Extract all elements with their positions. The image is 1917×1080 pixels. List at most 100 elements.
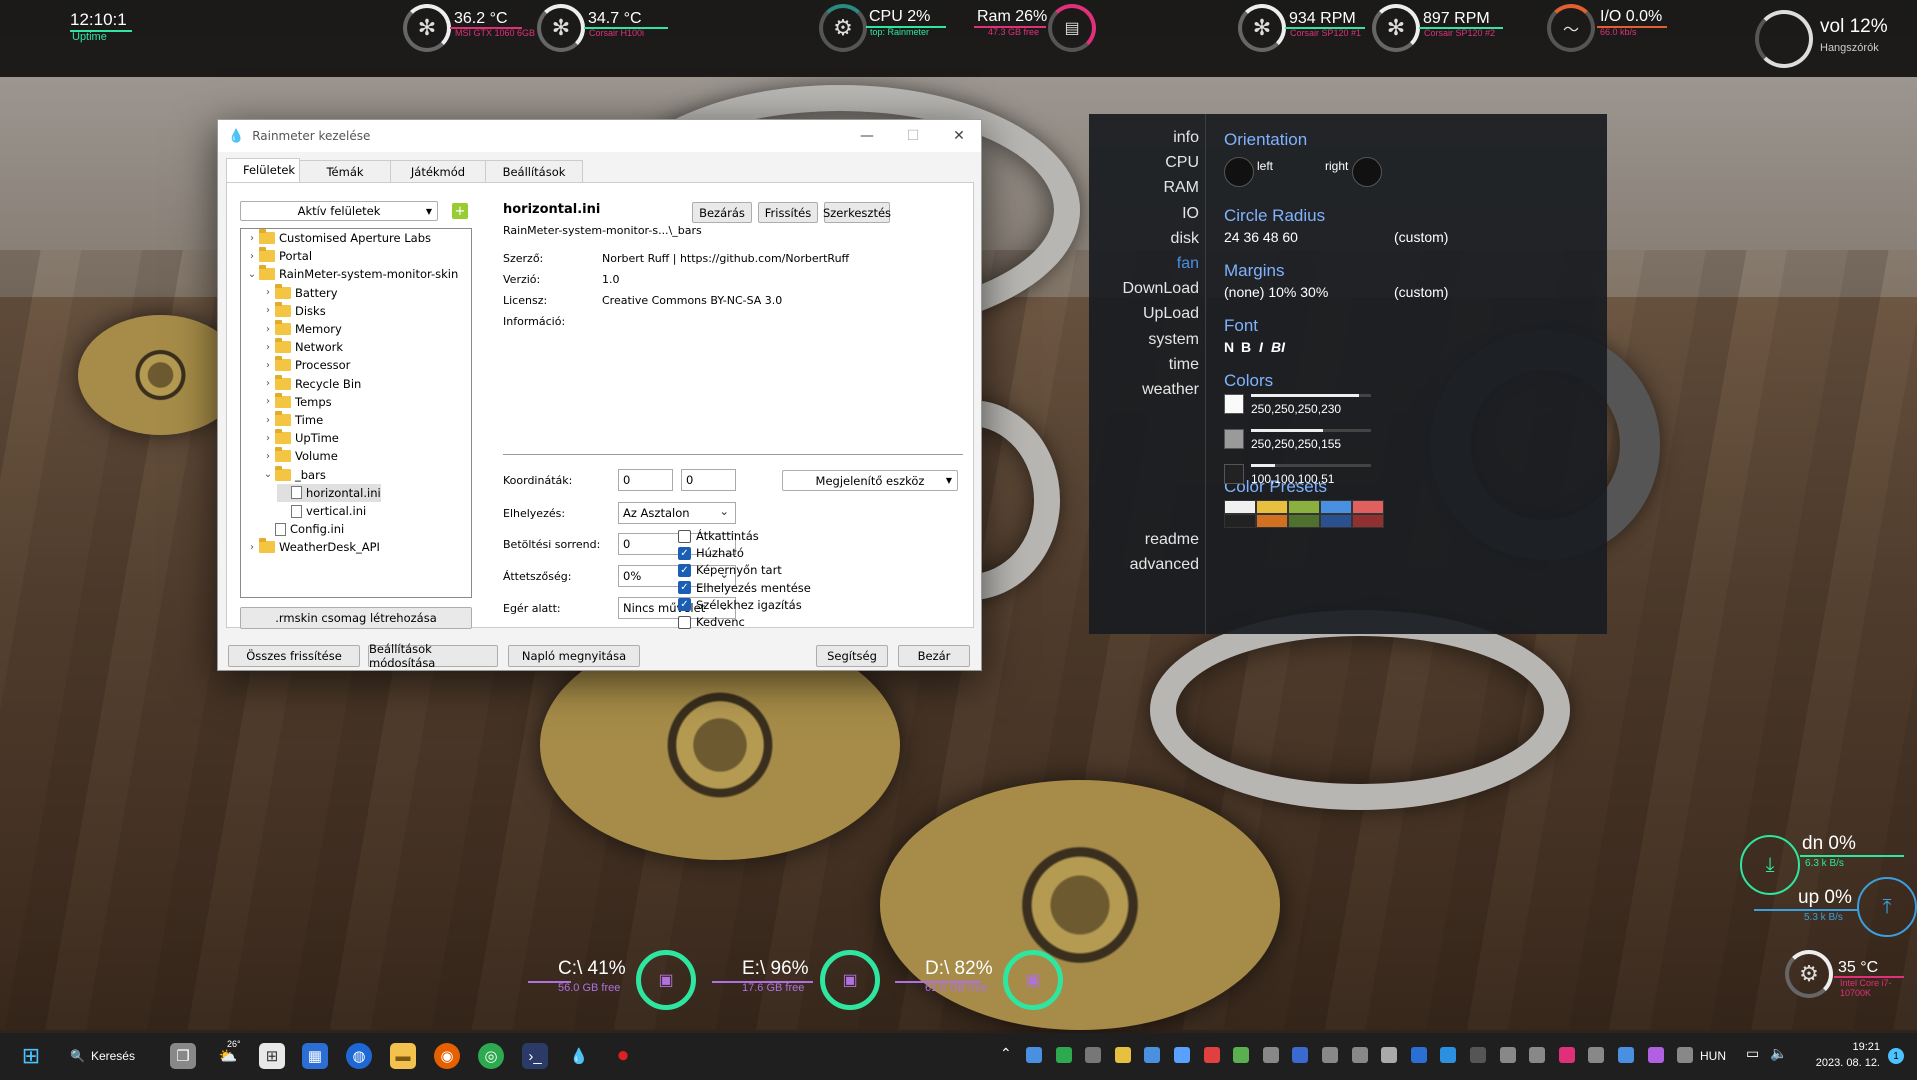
language-indicator[interactable]: HUN <box>1700 1049 1726 1063</box>
config-menu-item[interactable]: advanced <box>1130 556 1199 574</box>
activity-icon[interactable]: 〜 <box>1547 4 1595 52</box>
expand-arrow-icon[interactable]: › <box>261 415 275 426</box>
tray-app-icon[interactable] <box>1262 1047 1279 1063</box>
edit-skin-button[interactable]: Szerkesztés <box>823 202 891 223</box>
font-italic[interactable]: I <box>1259 339 1263 355</box>
tree-item[interactable]: › Customised Aperture Labs <box>245 229 431 247</box>
orientation-left-circle[interactable] <box>1224 157 1254 187</box>
tree-item[interactable]: › Recycle Bin <box>261 374 361 393</box>
tray-app-icon[interactable] <box>1588 1047 1605 1063</box>
color-value[interactable]: 100,100,100,51 <box>1251 472 1334 486</box>
expand-arrow-icon[interactable]: › <box>245 233 259 244</box>
search-button[interactable]: 🔍 Keresés <box>70 1043 135 1069</box>
color-slider-track[interactable] <box>1251 394 1371 397</box>
tree-item[interactable]: Config.ini <box>261 520 344 538</box>
tray-app-icon[interactable] <box>1647 1047 1664 1063</box>
color-value[interactable]: 250,250,250,155 <box>1251 437 1341 451</box>
color-preset[interactable] <box>1352 514 1384 528</box>
tree-item[interactable]: ⌄ _bars <box>261 465 326 484</box>
position-select[interactable]: Az Asztalon <box>618 502 736 524</box>
cpu-icon[interactable]: ⚙ <box>819 4 867 52</box>
terminal-icon[interactable]: ›_ <box>522 1043 548 1069</box>
tray-app-icon[interactable] <box>1381 1047 1398 1063</box>
orientation-right[interactable]: right <box>1325 159 1348 173</box>
tree-item[interactable]: › UpTime <box>261 429 339 447</box>
color-value[interactable]: 250,250,250,230 <box>1251 402 1341 416</box>
font-normal[interactable]: N <box>1224 339 1234 355</box>
tray-app-icon[interactable] <box>1292 1047 1309 1063</box>
widgets-icon[interactable]: ▦ <box>302 1043 328 1069</box>
edit-settings-button[interactable]: Beállítások módosítása <box>368 642 498 670</box>
expand-arrow-icon[interactable]: › <box>245 251 259 262</box>
task-view-icon[interactable]: ❐ <box>170 1043 196 1069</box>
color-preset[interactable] <box>1224 500 1256 514</box>
tray-app-icon[interactable] <box>1529 1047 1546 1063</box>
tree-item[interactable]: › Portal <box>245 247 312 265</box>
minimize-button[interactable]: — <box>844 120 890 152</box>
tray-app-icon[interactable] <box>1174 1047 1190 1063</box>
font-bold[interactable]: B <box>1241 339 1251 355</box>
config-menu-item[interactable]: IO <box>1182 205 1199 223</box>
tray-app-icon[interactable] <box>1410 1047 1427 1063</box>
expand-arrow-icon[interactable]: › <box>261 360 275 371</box>
tab-game-mode[interactable]: Játékmód <box>390 160 486 182</box>
disk-icon[interactable]: ▣ <box>1003 950 1063 1010</box>
color-slider-track[interactable] <box>1251 429 1371 432</box>
color-preset[interactable] <box>1288 514 1320 528</box>
tray-app-icon[interactable] <box>1558 1047 1575 1063</box>
rainmeter-icon[interactable]: 💧 <box>566 1043 592 1069</box>
config-menu-item[interactable]: RAM <box>1163 179 1199 197</box>
expand-arrow-icon[interactable]: › <box>261 287 275 298</box>
expand-arrow-icon[interactable]: › <box>261 451 275 462</box>
tray-app-icon[interactable] <box>1677 1047 1694 1063</box>
checkbox-icon[interactable]: ✓ <box>678 546 691 560</box>
checkbox-icon[interactable]: ✓ <box>678 563 691 577</box>
network-icon[interactable]: ▭ <box>1746 1045 1759 1062</box>
tray-app-icon[interactable] <box>1233 1047 1250 1063</box>
color-preset[interactable] <box>1256 500 1288 514</box>
active-skins-dropdown[interactable]: Aktív felületek ▼ <box>240 201 438 221</box>
speaker-icon[interactable]: 🔈 <box>1770 1045 1787 1062</box>
browser-icon[interactable]: ◍ <box>346 1043 372 1069</box>
checkbox-icon[interactable]: ✓ <box>678 598 691 612</box>
coord-x-input[interactable]: 0 <box>618 469 673 491</box>
start-button[interactable]: ⊞ <box>18 1043 44 1069</box>
disk-icon[interactable]: ▣ <box>636 950 696 1010</box>
chevron-up-icon[interactable]: ⌃ <box>1000 1045 1012 1062</box>
tree-item[interactable]: › Processor <box>261 356 350 374</box>
tree-item[interactable]: › Network <box>261 338 343 356</box>
config-menu-item[interactable]: fan <box>1177 255 1199 273</box>
tray-app-icon[interactable] <box>1055 1047 1072 1063</box>
color-swatch[interactable] <box>1224 429 1244 449</box>
expand-arrow-icon[interactable]: › <box>261 396 275 407</box>
config-menu-item[interactable]: system <box>1148 331 1199 349</box>
firefox-icon[interactable]: ◉ <box>434 1043 460 1069</box>
tree-item[interactable]: › Volume <box>261 447 338 465</box>
orientation-right-circle[interactable] <box>1352 157 1382 187</box>
maximize-button[interactable]: ☐ <box>890 120 936 152</box>
color-swatch[interactable] <box>1224 464 1244 484</box>
checkbox-icon[interactable] <box>678 529 691 543</box>
expand-arrow-icon[interactable]: ⌄ <box>261 469 275 480</box>
tray-app-icon[interactable] <box>1440 1047 1457 1063</box>
tree-item[interactable]: › Battery <box>261 283 338 302</box>
tray-app-icon[interactable] <box>1144 1047 1161 1063</box>
config-menu-item[interactable]: CPU <box>1165 154 1199 172</box>
option-checkbox[interactable]: ✓ Képernyőn tart <box>678 563 782 577</box>
tab-themes[interactable]: Témák <box>299 160 391 182</box>
color-preset[interactable] <box>1320 500 1352 514</box>
clock-time[interactable]: 19:21 <box>1800 1041 1880 1053</box>
close-button[interactable]: Bezár <box>898 645 970 667</box>
clock-date[interactable]: 2023. 08. 12. <box>1800 1057 1880 1069</box>
option-checkbox[interactable]: ✓ Szélekhez igazítás <box>678 598 802 612</box>
tray-app-icon[interactable] <box>1351 1047 1368 1063</box>
file-explorer-icon[interactable]: ▬ <box>390 1043 416 1069</box>
expand-arrow-icon[interactable]: ⌄ <box>245 269 259 280</box>
tree-item[interactable]: › Temps <box>261 392 332 411</box>
color-preset[interactable] <box>1256 514 1288 528</box>
color-swatch[interactable] <box>1224 394 1244 414</box>
color-preset[interactable] <box>1320 514 1352 528</box>
open-log-button[interactable]: Napló megnyitása <box>508 645 640 667</box>
chrome-icon[interactable]: ◎ <box>478 1043 504 1069</box>
option-checkbox[interactable]: ✓ Húzható <box>678 546 744 560</box>
